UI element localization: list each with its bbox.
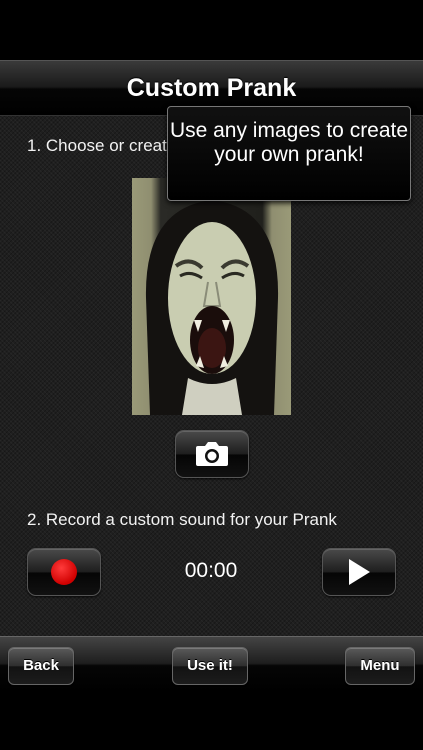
back-button[interactable]: Back [8,647,74,685]
prank-image[interactable] [132,178,291,415]
step-1-label: 1. Choose or create [27,136,177,155]
use-it-button[interactable]: Use it! [172,647,248,685]
record-button[interactable] [27,548,101,596]
bottom-area [0,692,423,750]
tooltip: Use any images to create your own prank! [167,106,411,201]
record-icon [51,559,77,585]
scary-face-image [145,200,279,415]
play-icon [349,559,370,585]
camera-icon [196,442,228,466]
menu-button[interactable]: Menu [345,647,415,685]
play-button[interactable] [322,548,396,596]
bottom-toolbar: Back Use it! Menu [0,636,423,692]
recording-timer: 00:00 [184,559,238,582]
status-bar [0,0,423,60]
camera-button[interactable] [175,430,249,478]
step-2-label: 2. Record a custom sound for your Prank [27,510,337,529]
